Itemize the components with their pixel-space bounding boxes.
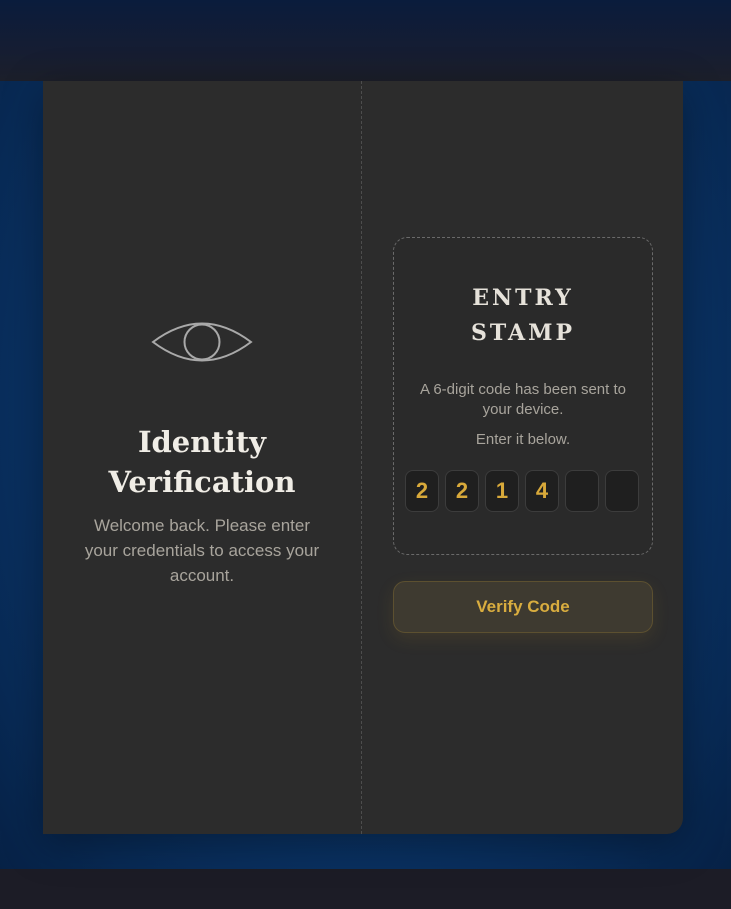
- code-digit-3[interactable]: 1: [485, 470, 519, 512]
- entry-stamp-box: ENTRY STAMP A 6-digit code has been sent…: [393, 237, 653, 555]
- page-subtitle: Welcome back. Please enter your credenti…: [84, 516, 320, 585]
- divider: [361, 81, 362, 834]
- code-digit-2[interactable]: 2: [445, 470, 479, 512]
- top-band: [0, 0, 731, 81]
- code-sent-message: A 6-digit code has been sent to your dev…: [420, 381, 626, 418]
- code-digit-5[interactable]: [565, 470, 599, 512]
- stamp-title-line1: ENTRY: [472, 285, 574, 311]
- left-panel: Identity Verification Welcome back. Plea…: [43, 81, 361, 834]
- code-digit-4[interactable]: 4: [525, 470, 559, 512]
- code-input-row: 2 2 1 4: [405, 470, 641, 514]
- verification-card: Identity Verification Welcome back. Plea…: [43, 81, 683, 834]
- code-hint: Enter it below.: [475, 431, 571, 448]
- code-digit-6[interactable]: [605, 470, 639, 512]
- eye-icon: [151, 322, 253, 362]
- page-title: Identity Verification: [108, 425, 296, 499]
- bottom-band: [0, 869, 731, 909]
- stamp-title-line2: STAMP: [470, 320, 576, 346]
- code-digit-1[interactable]: 2: [405, 470, 439, 512]
- verify-code-button[interactable]: Verify Code: [393, 581, 653, 633]
- stamp-title: ENTRY STAMP: [394, 281, 652, 351]
